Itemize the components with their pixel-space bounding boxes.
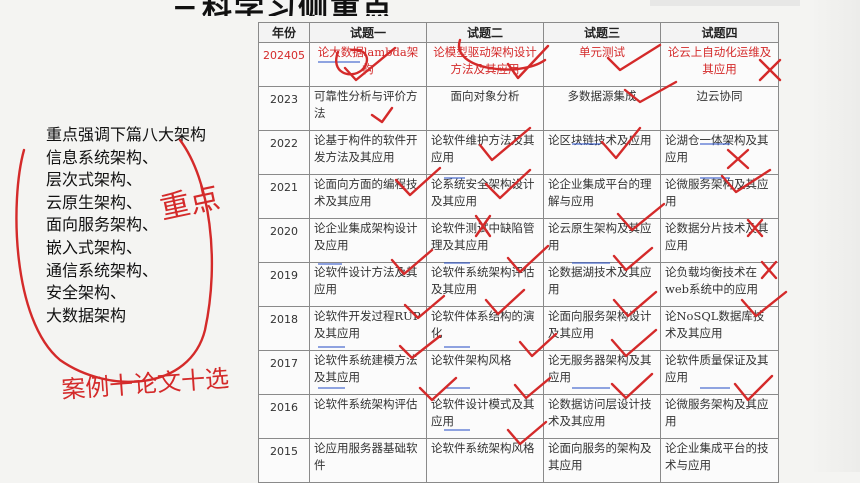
row-year: 202405 [258, 42, 310, 87]
left-note-item: 面向服务架构、 [46, 215, 159, 235]
table-cell: 论数据分片技术及其应用 [660, 218, 779, 263]
table-cell: 论软件系统建模方法及其应用 [309, 350, 427, 395]
table-row: 202405 论大数据lambda架构 论模型驱动架构设计方法及其应用 单元测试… [258, 42, 779, 87]
row-year: 2023 [258, 86, 310, 131]
row-year: 2018 [258, 306, 310, 351]
table-cell: 论云原生架构及其应用 [543, 218, 661, 263]
table-cell: 论负载均衡技术在web系统中的应用 [660, 262, 779, 307]
row-year: 2021 [258, 174, 310, 219]
table-cell: 论NoSQL数据库技术及其应用 [660, 306, 779, 351]
row-year: 2016 [258, 394, 310, 439]
left-note-item: 云原生架构、 [46, 192, 143, 212]
row-year: 2015 [258, 438, 310, 483]
table-cell: 论区块链技术及应用 [543, 130, 661, 175]
table-cell: 论软件系统架构评估 [309, 394, 427, 439]
left-note-item: 通信系统架构、 [46, 260, 159, 280]
table-cell: 论软件体系结构的演化 [426, 306, 544, 351]
header-year: 年份 [258, 22, 310, 43]
table-cell: 论企业集成平台的理解与应用 [543, 174, 661, 219]
table-cell: 论软件设计方法及其应用 [309, 262, 427, 307]
table-cell: 论系统安全架构设计及其应用 [426, 174, 544, 219]
row-year: 2017 [258, 350, 310, 395]
table-cell: 论模型驱动架构设计方法及其应用 [426, 42, 544, 87]
table-header-row: 年份 试题一 试题二 试题三 试题四 [258, 22, 779, 43]
table-cell: 论软件系统架构评估及其应用 [426, 262, 544, 307]
table-cell: 论面向服务的架构及其应用 [543, 438, 661, 483]
table-cell: 多数据源集成 [543, 86, 661, 131]
row-year: 2022 [258, 130, 310, 175]
left-note: 重点强调下篇八大架构 信息系统架构、 层次式架构、 云原生架构、 面向服务架构、… [46, 124, 206, 327]
table-cell: 论面向方面的编程技术及其应用 [309, 174, 427, 219]
table-cell: 论数据访问层设计技术及其应用 [543, 394, 661, 439]
row-year: 2020 [258, 218, 310, 263]
header-question-2: 试题二 [426, 22, 544, 43]
left-note-item: 安全架构、 [46, 283, 127, 303]
top-edge-shade [650, 0, 800, 6]
left-note-item: 嵌入式架构、 [46, 237, 143, 257]
table-cell: 论软件系统架构风格 [426, 438, 544, 483]
left-note-item: 大数据架构 [46, 305, 127, 325]
left-note-heading: 重点强调下篇八大架构 [46, 125, 207, 144]
header-question-4: 试题四 [660, 22, 779, 43]
table-cell: 论无服务器架构及其应用 [543, 350, 661, 395]
table-cell: 论基于构件的软件开发方法及其应用 [309, 130, 427, 175]
table-row: 2019 论软件设计方法及其应用 论软件系统架构评估及其应用 论数据湖技术及其应… [258, 262, 779, 307]
table-row: 2017 论软件系统建模方法及其应用 论软件架构风格 论无服务器架构及其应用 论… [258, 350, 779, 395]
table-row: 2023 可靠性分析与评价方法 面向对象分析 多数据源集成 边云协同 [258, 86, 779, 131]
table-cell: 论软件测试中缺陷管理及其应用 [426, 218, 544, 263]
page-title: 三科学习侧重点 [170, 0, 394, 16]
right-edge-strip [810, 0, 860, 472]
table-row: 2021 论面向方面的编程技术及其应用 论系统安全架构设计及其应用 论企业集成平… [258, 174, 779, 219]
table-cell: 论面向服务架构设计及其应用 [543, 306, 661, 351]
handwritten-formula: 案例十论文十选 [60, 364, 230, 404]
table-cell: 论软件质量保证及其应用 [660, 350, 779, 395]
table-row: 2022 论基于构件的软件开发方法及其应用 论软件维护方法及其应用 论区块链技术… [258, 130, 779, 175]
table-row: 2015 论应用服务器基础软件 论软件系统架构风格 论面向服务的架构及其应用 论… [258, 438, 779, 483]
table-cell: 边云协同 [660, 86, 779, 131]
header-question-1: 试题一 [309, 22, 427, 43]
table-cell: 论应用服务器基础软件 [309, 438, 427, 483]
table-cell: 论软件维护方法及其应用 [426, 130, 544, 175]
table-cell: 论软件设计模式及其应用 [426, 394, 544, 439]
table-cell: 论企业集成架构设计及应用 [309, 218, 427, 263]
table-row: 2020 论企业集成架构设计及应用 论软件测试中缺陷管理及其应用 论云原生架构及… [258, 218, 779, 263]
table-cell: 可靠性分析与评价方法 [309, 86, 427, 131]
table-cell: 论软件架构风格 [426, 350, 544, 395]
table-row: 2016 论软件系统架构评估 论软件设计模式及其应用 论数据访问层设计技术及其应… [258, 394, 779, 439]
table-cell: 论企业集成平台的技术与应用 [660, 438, 779, 483]
table-cell: 论湖仓一体架构及其应用 [660, 130, 779, 175]
table-cell: 论云上自动化运维及其应用 [660, 42, 779, 87]
table-cell: 论大数据lambda架构 [309, 42, 427, 87]
table-cell: 论数据湖技术及其应用 [543, 262, 661, 307]
table-cell: 面向对象分析 [426, 86, 544, 131]
table-row: 2018 论软件开发过程RUP及其应用 论软件体系结构的演化 论面向服务架构设计… [258, 306, 779, 351]
table-cell: 论微服务架构及其应用 [660, 394, 779, 439]
left-note-item: 信息系统架构、 [46, 147, 159, 167]
header-question-3: 试题三 [543, 22, 661, 43]
table-cell: 单元测试 [543, 42, 661, 87]
row-year: 2019 [258, 262, 310, 307]
table-cell: 论软件开发过程RUP及其应用 [309, 306, 427, 351]
table-cell: 论微服务架构及其应用 [660, 174, 779, 219]
left-note-item: 层次式架构、 [46, 170, 143, 190]
exam-topics-table: 年份 试题一 试题二 试题三 试题四 202405 论大数据lambda架构 论… [258, 22, 779, 483]
